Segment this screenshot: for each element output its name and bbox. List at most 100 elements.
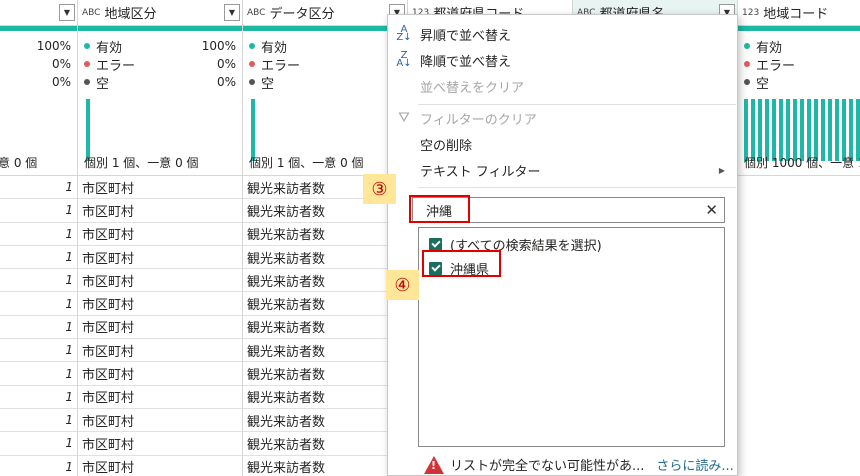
empty-dot-icon	[84, 79, 90, 85]
valid-label: 有効	[96, 40, 123, 56]
table-cell[interactable]: 市区町村	[78, 176, 242, 200]
empty-dot-icon	[249, 79, 255, 85]
table-cell[interactable]: 市区町村	[78, 409, 242, 433]
table-cell[interactable]: 市区町村	[78, 269, 242, 293]
remove-empty-item[interactable]: 空の削除	[388, 131, 737, 157]
table-cell[interactable]: 1	[0, 199, 77, 223]
table-cell[interactable]: 1	[0, 316, 77, 340]
valid-dot-icon	[249, 43, 255, 49]
column-data-type: ABC データ区分 ▼ 有効 エラー 空 個別 1 個、一意 0 個 観光来訪者…	[243, 0, 408, 476]
table-cell[interactable]: 市区町村	[78, 246, 242, 270]
distribution-bar	[86, 99, 90, 161]
clear-sort-item[interactable]: 並べ替えをクリア	[388, 73, 737, 99]
remove-empty-label: 空の削除	[420, 138, 473, 154]
clear-filter-label: フィルターのクリア	[420, 112, 537, 128]
column-header-0[interactable]: ▼	[0, 0, 77, 26]
column-profile-5: 有効 エラー 空 個別 1000 個、一意 1	[738, 31, 860, 176]
column-name: データ区分	[269, 7, 335, 22]
clear-search-icon[interactable]: ✕	[705, 201, 718, 219]
table-cell[interactable]: 1	[0, 176, 77, 200]
column-region-code: 123 地域コード 有効 エラー 空 個別 1000 個、一意 1	[738, 0, 860, 476]
table-cell[interactable]: 1	[0, 409, 77, 433]
submenu-arrow-icon: ▶	[718, 165, 725, 175]
sort-ascending-icon: A Z↓	[396, 24, 412, 43]
table-cell[interactable]: 市区町村	[78, 456, 242, 476]
table-cell[interactable]: 観光来訪者数	[243, 269, 407, 293]
table-cell[interactable]: 1	[0, 386, 77, 409]
column-0: ▼ 100% 0% 0% 意 0 個 1111111111111	[0, 0, 78, 476]
empty-pct: 0%	[51, 75, 71, 89]
valid-dot-icon	[84, 43, 90, 49]
table-cell[interactable]: 市区町村	[78, 199, 242, 223]
sort-descending-item[interactable]: Z A↓ 降順で並べ替え	[388, 47, 737, 73]
column-profile-1: 有効 100% エラー 0% 空 0% 個別 1 個、一意 0 個	[78, 31, 242, 176]
error-label: エラー	[261, 58, 301, 74]
table-cell[interactable]: 観光来訪者数	[243, 246, 407, 270]
text-type-icon: ABC	[247, 7, 266, 18]
table-cell[interactable]: 市区町村	[78, 386, 242, 409]
table-cell[interactable]: 市区町村	[78, 339, 242, 363]
step-badge-3: ③	[363, 174, 396, 204]
column-dropdown-0[interactable]: ▼	[59, 4, 75, 21]
clear-filter-item[interactable]: ⛛ フィルターのクリア	[388, 105, 737, 131]
table-cell[interactable]: 1	[0, 292, 77, 316]
table-cell[interactable]: 市区町村	[78, 292, 242, 316]
table-cell[interactable]: 1	[0, 432, 77, 456]
table-cell[interactable]: 観光来訪者数	[243, 432, 407, 456]
table-cell[interactable]: 観光来訪者数	[243, 316, 407, 340]
clear-sort-label: 並べ替えをクリア	[420, 80, 525, 96]
sort-ascending-item[interactable]: A Z↓ 昇順で並べ替え	[388, 21, 737, 47]
valid-pct: 100%	[36, 39, 71, 53]
step-badge-4: ④	[386, 270, 419, 300]
checkbox-checked-icon[interactable]	[429, 237, 442, 251]
column-header-region-code[interactable]: 123 地域コード	[738, 0, 860, 26]
column-region-type: ABC 地域区分 ▼ 有効 100% エラー 0% 空 0% 個別 1 個、一意 0 …	[78, 0, 243, 476]
table-cell[interactable]: 観光来訪者数	[243, 339, 407, 363]
column-profile-0: 100% 0% 0% 意 0 個	[0, 31, 77, 176]
table-cell[interactable]: 市区町村	[78, 432, 242, 456]
table-cell[interactable]: 1	[0, 246, 77, 270]
empty-label: 空	[96, 76, 110, 92]
table-cell[interactable]: 市区町村	[78, 223, 242, 246]
column-cells-0: 1111111111111	[0, 176, 77, 476]
empty-label: 空	[756, 76, 770, 92]
table-cell[interactable]: 観光来訪者数	[243, 223, 407, 246]
column-name: 地域コード	[763, 7, 829, 22]
table-cell[interactable]: 市区町村	[78, 362, 242, 386]
table-cell[interactable]: 1	[0, 362, 77, 386]
text-filter-item[interactable]: テキスト フィルター ▶	[388, 157, 737, 183]
text-filter-label: テキスト フィルター	[420, 164, 541, 180]
column-cells-2: 観光来訪者数 観光来訪者数 観光来訪者数 観光来訪者数 観光来訪者数 観光来訪者数 観光来訪…	[243, 176, 407, 476]
error-dot-icon	[249, 61, 255, 67]
table-cell[interactable]: 観光来訪者数	[243, 409, 407, 433]
table-cell[interactable]: 1	[0, 269, 77, 293]
table-cell[interactable]: 観光来訪者数	[243, 362, 407, 386]
table-cell[interactable]: 観光来訪者数	[243, 292, 407, 316]
table-cell[interactable]: 1	[0, 456, 77, 476]
text-type-icon: ABC	[82, 7, 101, 18]
number-type-icon: 123	[742, 7, 760, 18]
column-dropdown-1[interactable]: ▼	[224, 4, 240, 21]
empty-dot-icon	[744, 79, 750, 85]
valid-label: 有効	[261, 40, 288, 56]
error-pct: 0%	[216, 57, 236, 71]
column-filter-menu: A Z↓ 昇順で並べ替え Z A↓ 降順で並べ替え 並べ替えをクリア ⛛ フィルター…	[387, 14, 738, 476]
table-cell[interactable]: 1	[0, 339, 77, 363]
menu-separator	[418, 187, 736, 188]
profile-footer: 個別 1000 個、一意 1	[744, 156, 860, 170]
table-cell[interactable]: 市区町村	[78, 316, 242, 340]
sort-descending-icon: Z A↓	[396, 50, 412, 69]
table-cell[interactable]: 1	[0, 223, 77, 246]
column-name: 地域区分	[104, 7, 157, 22]
load-more-link[interactable]: さらに読み...	[656, 455, 733, 474]
filter-value-list: (すべての検索結果を選択) 沖縄県	[418, 227, 725, 447]
column-header-data-type[interactable]: ABC データ区分 ▼	[243, 0, 407, 26]
distribution-bar	[251, 99, 255, 161]
table-cell[interactable]: 観光来訪者数	[243, 386, 407, 409]
column-cells-1: 市区町村 市区町村 市区町村 市区町村 市区町村 市区町村 市区町村 市区町村 市区町村 市区町村…	[78, 176, 242, 476]
table-cell[interactable]: 観光来訪者数	[243, 456, 407, 476]
profile-footer: 意 0 個	[0, 156, 38, 170]
empty-pct: 0%	[216, 75, 236, 89]
column-profile-2: 有効 エラー 空 個別 1 個、一意 0 個	[243, 31, 407, 176]
column-header-region-type[interactable]: ABC 地域区分 ▼	[78, 0, 242, 26]
